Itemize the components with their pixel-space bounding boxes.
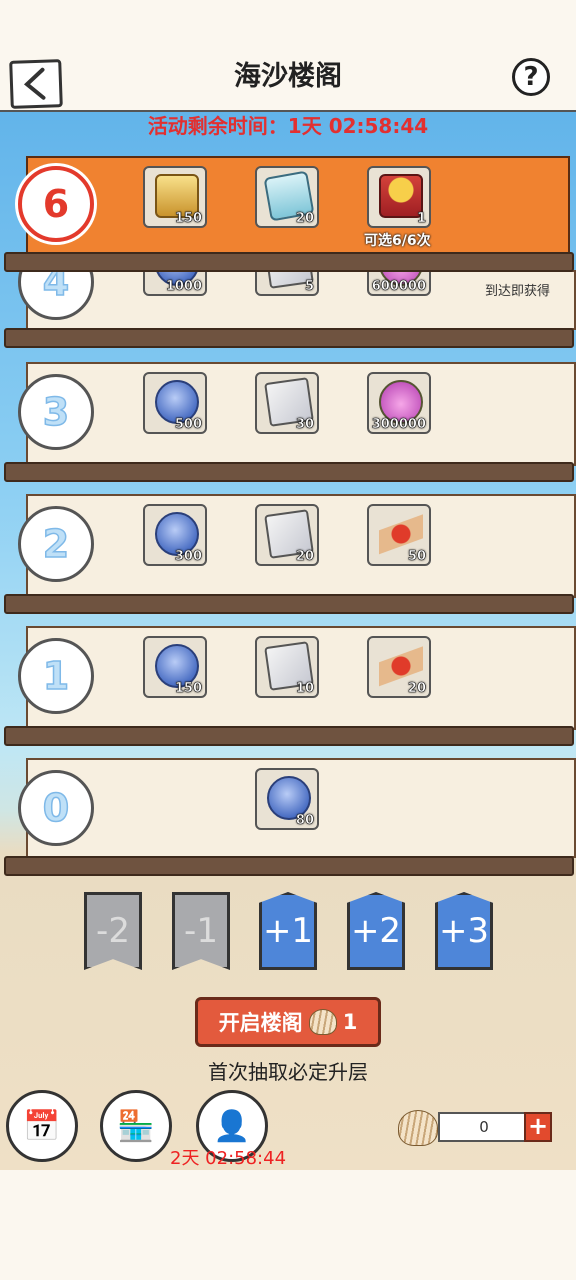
reward-item[interactable]: 80 [255, 768, 319, 830]
open-tower-button[interactable]: 开启楼阁 1 [195, 997, 381, 1047]
shell-icon [308, 1009, 337, 1035]
shell-icon [398, 1110, 438, 1146]
shelf-plank [4, 594, 574, 614]
help-button[interactable]: ? [512, 58, 550, 96]
shop-countdown: 2天 02:58:44 [170, 1148, 287, 1169]
reward-item[interactable]: 300 [143, 504, 207, 566]
floor-level-badge: 2 [18, 506, 94, 582]
calendar-icon: 📅 [23, 1108, 61, 1144]
reward-item[interactable]: 20 [367, 636, 431, 698]
reward-item[interactable]: 1 [367, 166, 431, 228]
character-icon: 👤 [213, 1108, 251, 1144]
floor-0: 0 80 [0, 756, 576, 880]
currency-value: 0 [438, 1112, 530, 1142]
reward-item[interactable]: 150 [143, 636, 207, 698]
floor-2: 2 300 20 50 [0, 492, 576, 616]
floor-4: 4 1000 5 600000 到达即获得 [0, 234, 576, 352]
step-plus-2[interactable]: +2 [347, 892, 405, 970]
hint-text: 首次抽取必定升层 [208, 1060, 368, 1084]
reward-item[interactable]: 20 [255, 166, 319, 228]
shelf-plank [4, 328, 574, 348]
step-plus-3[interactable]: +3 [435, 892, 493, 970]
calendar-button[interactable]: 📅 [6, 1090, 78, 1162]
shell-currency: 0 + [398, 1110, 554, 1146]
floor-1: 1 150 10 20 [0, 624, 576, 748]
step-minus-1[interactable]: -1 [172, 892, 230, 970]
shelf-plank [4, 252, 574, 272]
shelf-plank [4, 726, 574, 746]
step-minus-2[interactable]: -2 [84, 892, 142, 970]
reward-item[interactable]: 150 [143, 166, 207, 228]
shelf-plank [4, 462, 574, 482]
step-plus-1[interactable]: +1 [259, 892, 317, 970]
reward-item[interactable]: 300000 [367, 372, 431, 434]
shop-button[interactable]: 🏪 [100, 1090, 172, 1162]
floor-3: 3 500 30 300000 [0, 360, 576, 484]
shop-icon: 🏪 [117, 1108, 155, 1144]
reward-item[interactable]: 500 [143, 372, 207, 434]
current-level-badge: 6 [18, 166, 94, 242]
current-floor: 6 150 20 1 可选6/6次 [0, 152, 576, 276]
shelf-plank [4, 856, 574, 876]
event-timer: 活动剩余时间：1天 02:58:44 [147, 114, 429, 138]
add-currency-button[interactable]: + [524, 1112, 552, 1142]
reward-item[interactable]: 20 [255, 504, 319, 566]
floor-level-badge: 3 [18, 374, 94, 450]
floor-level-badge: 1 [18, 638, 94, 714]
reward-item[interactable]: 50 [367, 504, 431, 566]
choice-caption: 可选6/6次 [364, 233, 431, 249]
reward-item[interactable]: 30 [255, 372, 319, 434]
reach-note: 到达即获得 [484, 284, 550, 299]
floor-level-badge: 0 [18, 770, 94, 846]
bottom-area [0, 1170, 576, 1280]
reward-item[interactable]: 10 [255, 636, 319, 698]
page-title: 海沙楼阁 [234, 61, 342, 92]
header: 海沙楼阁 ? [0, 0, 576, 112]
